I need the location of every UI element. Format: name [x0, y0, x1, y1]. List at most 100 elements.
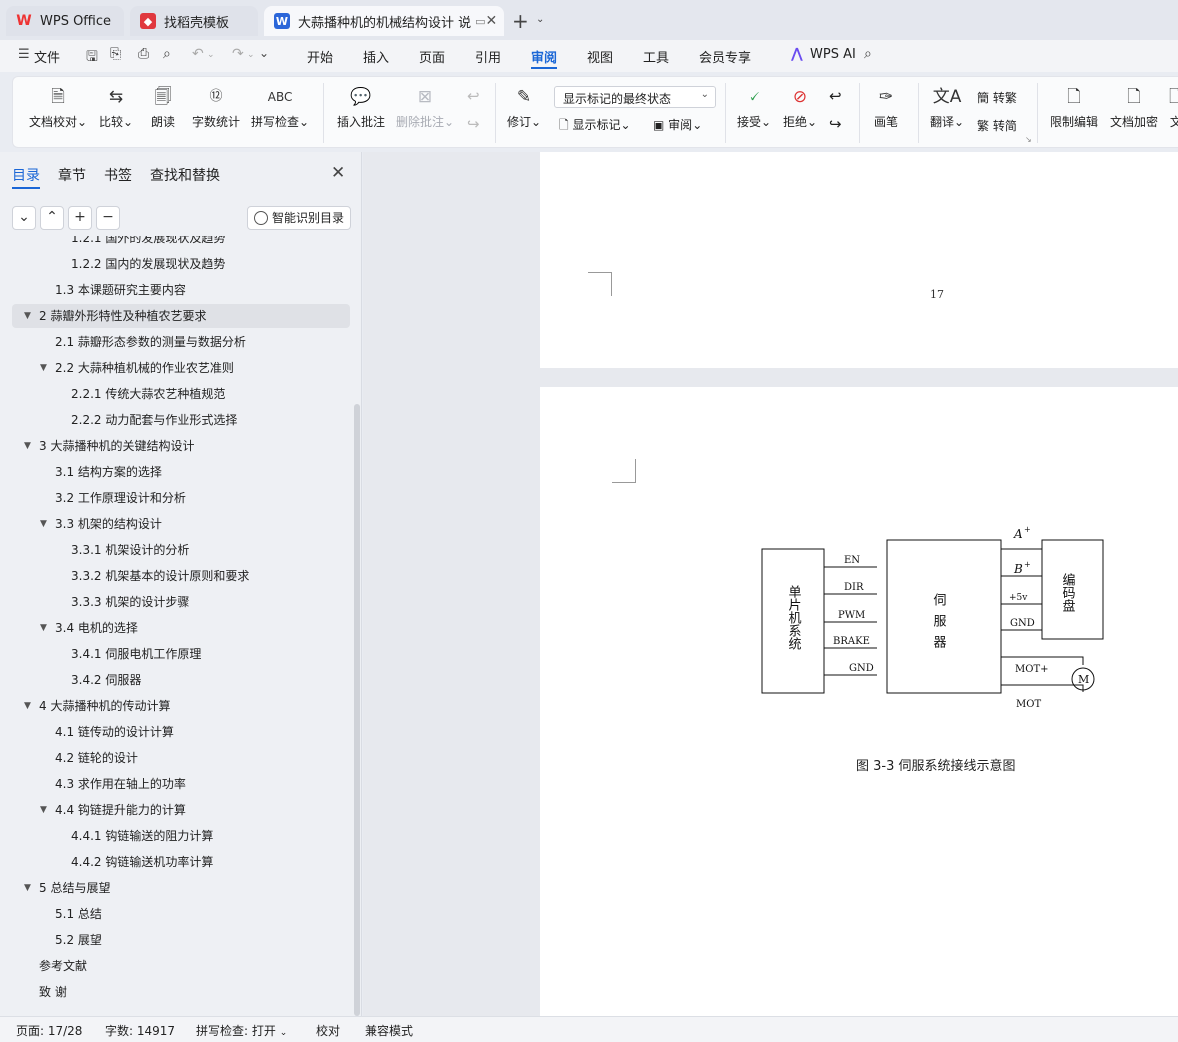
- menu-page[interactable]: 页面: [419, 47, 445, 66]
- close-icon[interactable]: ✕: [486, 13, 498, 29]
- next-comment-icon[interactable]: ↪: [467, 115, 480, 133]
- toc-item[interactable]: 1.2.1 国外的发展现状及趋势: [12, 236, 350, 250]
- toc-item[interactable]: 4.4.1 钩链输送的阻力计算: [12, 824, 350, 848]
- toc-item[interactable]: 5.2 展望: [12, 928, 350, 952]
- remove-heading-button[interactable]: −: [96, 206, 120, 230]
- toc-item[interactable]: 3.3.3 机架的设计步骤: [12, 590, 350, 614]
- expand-corner-icon[interactable]: ↘: [1025, 135, 1032, 144]
- toc-item[interactable]: 致 谢: [12, 980, 350, 1004]
- expand-triangle-icon[interactable]: ▼: [24, 694, 31, 718]
- revise-button[interactable]: ✎ 修订⌄: [507, 85, 541, 130]
- menu-insert[interactable]: 插入: [363, 47, 389, 66]
- nav-tab-toc[interactable]: 目录: [12, 165, 40, 185]
- wps-ai-icon[interactable]: ⋀: [791, 46, 803, 62]
- hamburger-icon[interactable]: ☰: [18, 47, 30, 62]
- expand-triangle-icon[interactable]: ▼: [24, 876, 31, 900]
- smart-toc-button[interactable]: 智能识别目录: [247, 206, 351, 230]
- toc-item[interactable]: 2.1 蒜瓣形态参数的测量与数据分析: [12, 330, 350, 354]
- translate-button[interactable]: 文A 翻译⌄: [930, 85, 964, 130]
- expand-triangle-icon[interactable]: ▼: [40, 356, 47, 380]
- review-pane-button[interactable]: ▣ 审阅⌄: [653, 116, 702, 133]
- status-word-count[interactable]: 字数: 14917: [105, 1022, 175, 1039]
- word-count-button[interactable]: ⑫ 字数统计: [192, 85, 240, 130]
- to-traditional-button[interactable]: 簡 转繁: [977, 89, 1017, 106]
- expand-triangle-icon[interactable]: ▼: [24, 304, 31, 328]
- next-change-icon[interactable]: ↪: [829, 115, 842, 133]
- toc-item[interactable]: 4.1 链传动的设计计算: [12, 720, 350, 744]
- toc-item[interactable]: 2.2.2 动力配套与作业形式选择: [12, 408, 350, 432]
- read-aloud-button[interactable]: 🗐 朗读: [151, 85, 175, 130]
- expand-triangle-icon[interactable]: ▼: [40, 798, 47, 822]
- menu-references[interactable]: 引用: [475, 47, 501, 66]
- save-icon[interactable]: 🖫: [86, 46, 98, 70]
- spell-check-button[interactable]: ABC 拼写检查⌄: [251, 85, 309, 130]
- toc-item[interactable]: ▼ 3.3 机架的结构设计: [12, 512, 350, 536]
- undo-icon[interactable]: ↶: [192, 46, 204, 62]
- menu-tools[interactable]: 工具: [643, 47, 669, 66]
- close-icon[interactable]: ✕: [331, 163, 345, 183]
- toc-item[interactable]: 4.3 求作用在轴上的功率: [12, 772, 350, 796]
- collapse-level-button[interactable]: ⌄: [12, 206, 36, 230]
- status-proof[interactable]: 校对: [316, 1022, 340, 1039]
- expand-triangle-icon[interactable]: ▼: [40, 616, 47, 640]
- toc-item[interactable]: 4.2 链轮的设计: [12, 746, 350, 770]
- print-icon[interactable]: ⎙: [138, 46, 149, 62]
- tab-document[interactable]: W 大蒜播种机的机械结构设计 说 ▭ ✕: [264, 6, 504, 36]
- nav-tab-find-replace[interactable]: 查找和替换: [150, 165, 220, 185]
- tab-wps-office[interactable]: W WPS Office: [6, 6, 124, 36]
- print-preview-icon[interactable]: ⌕: [163, 46, 171, 62]
- toc-item[interactable]: 3.4.2 伺服器: [12, 668, 350, 692]
- pen-button[interactable]: ✑ 画笔: [874, 85, 898, 130]
- menu-wps-ai[interactable]: WPS AI: [810, 47, 856, 62]
- search-icon[interactable]: ⌕: [864, 46, 872, 62]
- more-doc-button[interactable]: 🗋 文: [1169, 85, 1178, 130]
- restrict-edit-button[interactable]: 🗋 限制编辑: [1050, 85, 1098, 130]
- toc-item[interactable]: 2.2.1 传统大蒜农艺种植规范: [12, 382, 350, 406]
- toc-item[interactable]: ▼ 5 总结与展望: [12, 876, 350, 900]
- proofread-button[interactable]: 🗎 文档校对⌄: [29, 85, 87, 130]
- menu-member[interactable]: 会员专享: [699, 47, 751, 66]
- toc-item[interactable]: ▼ 3 大蒜播种机的关键结构设计: [12, 434, 350, 458]
- menu-review[interactable]: 审阅: [531, 47, 557, 66]
- toc-item[interactable]: 1.3 本课题研究主要内容: [12, 278, 350, 302]
- menu-home[interactable]: 开始: [307, 47, 333, 66]
- show-markup-button[interactable]: 🗋 显示标记⌄: [559, 116, 631, 137]
- toc-item[interactable]: ▼ 3.4 电机的选择: [12, 616, 350, 640]
- chevron-down-icon[interactable]: ⌄: [247, 50, 255, 60]
- tab-template[interactable]: ◆ 找稻壳模板: [130, 6, 258, 36]
- compare-button[interactable]: ⇆ 比较⌄: [99, 85, 133, 130]
- toc-item[interactable]: 1.2.2 国内的发展现状及趋势: [12, 252, 350, 276]
- toc-scrollbar[interactable]: [354, 404, 360, 1016]
- screen-icon[interactable]: ▭: [475, 15, 485, 28]
- prev-change-icon[interactable]: ↩: [829, 87, 842, 105]
- insert-comment-button[interactable]: 💬 插入批注: [337, 85, 385, 130]
- encrypt-button[interactable]: 🗋 文档加密: [1110, 85, 1158, 130]
- toc-item[interactable]: ▼ 4.4 钩链提升能力的计算: [12, 798, 350, 822]
- menu-view[interactable]: 视图: [587, 47, 613, 66]
- toc-item[interactable]: ▼ 4 大蒜播种机的传动计算: [12, 694, 350, 718]
- toc-item[interactable]: 3.3.1 机架设计的分析: [12, 538, 350, 562]
- chevron-down-icon[interactable]: ⌄: [536, 14, 544, 25]
- prev-comment-icon[interactable]: ↩: [467, 87, 480, 105]
- markup-state-select[interactable]: 显示标记的最终状态 ⌄: [554, 86, 716, 108]
- reject-button[interactable]: ⊘ 拒绝⌄: [783, 85, 817, 130]
- chevron-down-icon[interactable]: ⌄: [207, 50, 215, 60]
- toc-item[interactable]: 3.2 工作原理设计和分析: [12, 486, 350, 510]
- expand-triangle-icon[interactable]: ▼: [40, 512, 47, 536]
- expand-triangle-icon[interactable]: ▼: [24, 434, 31, 458]
- expand-level-button[interactable]: ⌃: [40, 206, 64, 230]
- nav-tab-bookmarks[interactable]: 书签: [104, 165, 132, 185]
- nav-tab-chapters[interactable]: 章节: [58, 165, 86, 185]
- accept-button[interactable]: 🗸 接受⌄: [737, 85, 771, 130]
- delete-comment-button[interactable]: ⊠ 删除批注⌄: [396, 85, 454, 130]
- toc-item[interactable]: 4.4.2 钩链输送机功率计算: [12, 850, 350, 874]
- toc-item[interactable]: ▼ 2 蒜瓣外形特性及种植农艺要求: [12, 304, 350, 328]
- toc-item[interactable]: 3.1 结构方案的选择: [12, 460, 350, 484]
- toc-item[interactable]: 5.1 总结: [12, 902, 350, 926]
- toc-item[interactable]: 3.4.1 伺服电机工作原理: [12, 642, 350, 666]
- redo-icon[interactable]: ↷: [232, 46, 244, 62]
- status-page[interactable]: 页面: 17/28: [16, 1022, 82, 1039]
- toc-item[interactable]: 参考文献: [12, 954, 350, 978]
- to-simplified-button[interactable]: 繁 转简: [977, 117, 1017, 134]
- toc-item[interactable]: ▼ 2.2 大蒜种植机械的作业农艺准则: [12, 356, 350, 380]
